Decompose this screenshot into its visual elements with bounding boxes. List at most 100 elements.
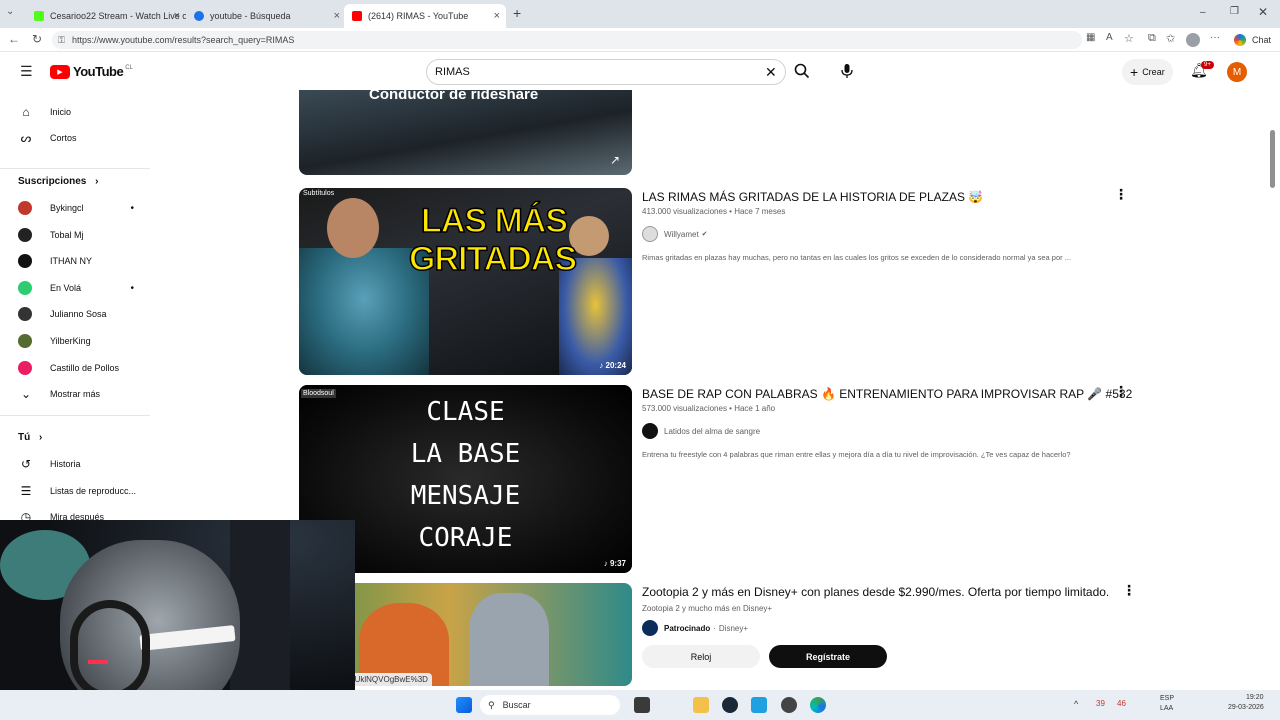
- extensions-icon[interactable]: ⧉: [1148, 32, 1156, 45]
- chat-label[interactable]: Chat: [1252, 35, 1271, 45]
- favorites-icon[interactable]: ✩: [1166, 32, 1175, 45]
- history-icon: ↺: [20, 457, 32, 471]
- youtube-favicon-icon: [352, 11, 362, 21]
- taskbar-search[interactable]: ⚲ Buscar: [480, 695, 620, 715]
- read-aloud-icon[interactable]: A: [1106, 32, 1113, 43]
- webcam-headset: [70, 600, 150, 700]
- channel-avatar: [18, 201, 32, 215]
- video-thumbnail[interactable]: Subtítulos LAS MÁS GRITADAS ♪ 20:24: [299, 188, 632, 375]
- you-heading[interactable]: Tú ›: [18, 432, 42, 443]
- more-actions-icon[interactable]: ⋮: [1114, 383, 1128, 400]
- sidebar-sub-bykingcl[interactable]: Bykingcl •: [18, 197, 148, 219]
- thumbnail-text-line: CLASE: [426, 397, 505, 427]
- sidebar-item-playlists[interactable]: ☰ Listas de reproducc...: [18, 480, 148, 502]
- file-explorer-icon[interactable]: [693, 697, 709, 713]
- window-close-icon[interactable]: ✕: [1258, 5, 1268, 19]
- channel-avatar: [18, 281, 32, 295]
- more-actions-icon[interactable]: ⋮: [1122, 582, 1136, 599]
- profile-avatar[interactable]: [1186, 33, 1200, 47]
- copilot-icon[interactable]: [1234, 34, 1246, 46]
- page-scrollbar-thumb[interactable]: [1270, 130, 1275, 188]
- url-field[interactable]: ⚿ https://www.youtube.com/results?search…: [52, 31, 1082, 49]
- sidebar-sub-julianno-sosa[interactable]: Julianno Sosa: [18, 303, 148, 325]
- search-icon[interactable]: [794, 63, 810, 79]
- tab-close-icon[interactable]: ×: [334, 10, 340, 22]
- sidebar: ⌂ Inicio ᔕ Cortos Suscripciones › Byking…: [0, 92, 150, 524]
- account-avatar[interactable]: M: [1227, 62, 1247, 82]
- favorite-star-icon[interactable]: ☆: [1124, 32, 1134, 45]
- clock-time[interactable]: 19:20: [1246, 694, 1264, 701]
- sidebar-item-label: Mostrar más: [50, 389, 101, 399]
- thumbnail-rabbit: [469, 593, 549, 686]
- obs-icon[interactable]: [781, 697, 797, 713]
- ad-sponsor: Patrocinado · Disney+: [642, 620, 748, 636]
- more-menu-icon[interactable]: ···: [1210, 32, 1220, 43]
- channel-avatar: [642, 226, 658, 242]
- tray-chevron-icon[interactable]: ^: [1074, 699, 1078, 709]
- youtube-logo[interactable]: ▶ YouTube CL: [50, 64, 133, 79]
- clock-date[interactable]: 29-03-2026: [1228, 704, 1264, 711]
- thumbnail-text-line: MENSAJE: [410, 481, 521, 511]
- channel-avatar: [18, 254, 32, 268]
- tab-menu-chevron-icon[interactable]: ⌄: [6, 6, 14, 17]
- search-box[interactable]: RIMAS ✕: [426, 59, 786, 85]
- sidebar-sub-en-vola[interactable]: En Volá •: [18, 277, 148, 299]
- video-thumbnail-partial[interactable]: Conductor de rideshare ↗: [299, 90, 632, 175]
- search-icon: ⚲: [488, 699, 495, 710]
- open-external-icon[interactable]: ↗: [610, 153, 620, 167]
- tab-bing-search[interactable]: youtube - Búsqueda ×: [186, 4, 346, 28]
- sidebar-sub-yilberking[interactable]: YilberKing: [18, 330, 148, 352]
- sidebar-sub-tobal-mj[interactable]: Tobal Mj: [18, 224, 148, 246]
- duration-text: 20:24: [605, 361, 626, 370]
- back-icon[interactable]: ←: [8, 32, 20, 46]
- steam-icon[interactable]: [722, 697, 738, 713]
- create-label: Crear: [1142, 67, 1165, 77]
- ad-signup-button[interactable]: Regístrate: [769, 645, 887, 668]
- youtube-header: ☰ ▶ YouTube CL RIMAS ✕ + Crear 🔔︎ 9+ M: [0, 52, 1280, 92]
- kick-favicon-icon: [34, 11, 44, 21]
- region-label[interactable]: LAA: [1160, 705, 1173, 712]
- language-label[interactable]: ESP: [1160, 695, 1174, 702]
- video-title[interactable]: BASE DE RAP CON PALABRAS 🔥 ENTRENAMIENTO…: [642, 387, 1132, 401]
- site-info-icon[interactable]: ⚿: [58, 31, 65, 49]
- new-tab-icon[interactable]: +: [513, 5, 521, 21]
- channel-link[interactable]: Latidos del alma de sangre: [642, 423, 760, 439]
- channel-link[interactable]: Willyamet ✔: [642, 226, 708, 242]
- hamburger-menu-icon[interactable]: ☰: [20, 63, 33, 80]
- minimize-icon[interactable]: –: [1200, 7, 1206, 18]
- address-bar-row: ← ↻ ⚿ https://www.youtube.com/results?se…: [0, 28, 1280, 52]
- sidebar-item-inicio[interactable]: ⌂ Inicio: [18, 101, 148, 123]
- reload-icon[interactable]: ↻: [32, 32, 42, 46]
- sidebar-item-cortos[interactable]: ᔕ Cortos: [18, 127, 148, 149]
- sidebar-divider: [0, 168, 150, 169]
- tab-youtube[interactable]: (2614) RIMAS - YouTube ×: [344, 4, 506, 28]
- sidebar-show-more[interactable]: ⌄ Mostrar más: [18, 383, 148, 405]
- microphone-icon[interactable]: [840, 63, 854, 79]
- sidebar-sub-ithan-ny[interactable]: ITHAN NY: [18, 250, 148, 272]
- sidebar-sub-castillo-de-pollos[interactable]: Castillo de Pollos: [18, 357, 148, 379]
- you-title: Tú: [18, 432, 31, 443]
- ad-title[interactable]: Zootopia 2 y más en Disney+ con planes d…: [642, 585, 1109, 599]
- more-actions-icon[interactable]: ⋮: [1114, 186, 1128, 203]
- sidebar-item-historia[interactable]: ↺ Historia: [18, 453, 148, 475]
- taskbar-search-label: Buscar: [502, 700, 531, 710]
- verified-icon: ✔: [701, 231, 708, 238]
- new-content-dot: •: [130, 282, 134, 294]
- search-input[interactable]: RIMAS: [435, 66, 470, 78]
- windows-start-icon[interactable]: [456, 697, 472, 713]
- tab-kick-stream[interactable]: Cesarioo22 Stream - Watch Live o ×: [26, 4, 186, 28]
- app-icon[interactable]: [751, 697, 767, 713]
- chevron-right-icon: ›: [39, 432, 43, 443]
- play-logo-icon: ▶: [50, 64, 70, 79]
- subscriptions-heading[interactable]: Suscripciones ›: [18, 176, 98, 187]
- edge-browser-icon[interactable]: [810, 697, 826, 713]
- ad-secondary-button[interactable]: Reloj: [642, 645, 760, 668]
- tab-close-icon[interactable]: ×: [174, 10, 180, 22]
- clear-search-icon[interactable]: ✕: [765, 64, 777, 81]
- maximize-icon[interactable]: ❐: [1230, 6, 1239, 17]
- task-view-icon[interactable]: [634, 697, 650, 713]
- video-title[interactable]: LAS RIMAS MÁS GRITADAS DE LA HISTORIA DE…: [642, 190, 983, 204]
- tab-close-icon[interactable]: ×: [494, 10, 500, 22]
- reader-icon[interactable]: ▦: [1086, 32, 1095, 43]
- create-button[interactable]: + Crear: [1122, 59, 1173, 85]
